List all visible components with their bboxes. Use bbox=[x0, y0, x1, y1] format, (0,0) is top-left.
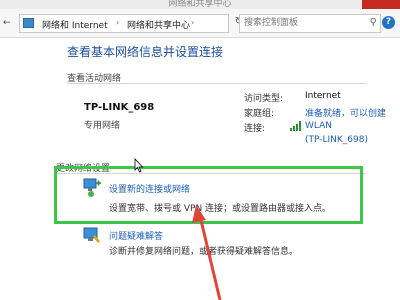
breadcrumb-sharing-center[interactable]: 网络和共享中心 bbox=[127, 18, 190, 31]
breadcrumb-separator[interactable]: › bbox=[116, 18, 119, 27]
highlight-annotation-box bbox=[54, 166, 363, 224]
breadcrumb-separator[interactable]: › bbox=[191, 18, 194, 27]
mouse-cursor-icon bbox=[134, 158, 144, 173]
window-title-bar: 网络和共享中心 bbox=[0, 0, 400, 9]
wifi-signal-icon bbox=[290, 121, 301, 131]
help-icon[interactable]: ? bbox=[382, 16, 395, 29]
network-type-link[interactable]: 专用网络 bbox=[84, 118, 120, 131]
access-type-value: Internet bbox=[305, 91, 341, 101]
troubleshoot-description: 诊断并修复网络问题，或者获得疑难解答信息。 bbox=[109, 247, 299, 257]
network-name: TP-LINK_698 bbox=[84, 102, 155, 113]
homegroup-label: 家庭组: bbox=[244, 109, 275, 119]
breadcrumb[interactable]: 网络和 Internet › 网络和共享中心 › bbox=[19, 14, 229, 33]
connections-label: 连接: bbox=[244, 124, 266, 134]
control-panel-icon bbox=[23, 18, 34, 28]
divider bbox=[67, 83, 367, 84]
search-icon[interactable]: ⚲ bbox=[370, 16, 377, 30]
search-box[interactable]: ⚲ bbox=[239, 14, 381, 33]
homegroup-link[interactable]: 准备就绪，可以创建 bbox=[305, 106, 386, 119]
breadcrumb-network-internet[interactable]: 网络和 Internet bbox=[42, 18, 108, 31]
wlan-connection-ssid-link[interactable]: (TP-LINK_698) bbox=[305, 135, 368, 145]
window-title: 网络和共享中心 bbox=[168, 0, 232, 9]
close-button[interactable] bbox=[362, 0, 400, 9]
troubleshoot-icon[interactable] bbox=[82, 225, 102, 245]
troubleshoot-link[interactable]: 问题疑难解答 bbox=[109, 229, 163, 242]
wlan-connection-link[interactable]: WLAN bbox=[305, 121, 332, 131]
access-type-label: 访问类型: bbox=[244, 94, 284, 104]
page-title: 查看基本网络信息并设置连接 bbox=[67, 45, 224, 59]
search-input[interactable] bbox=[240, 15, 358, 30]
